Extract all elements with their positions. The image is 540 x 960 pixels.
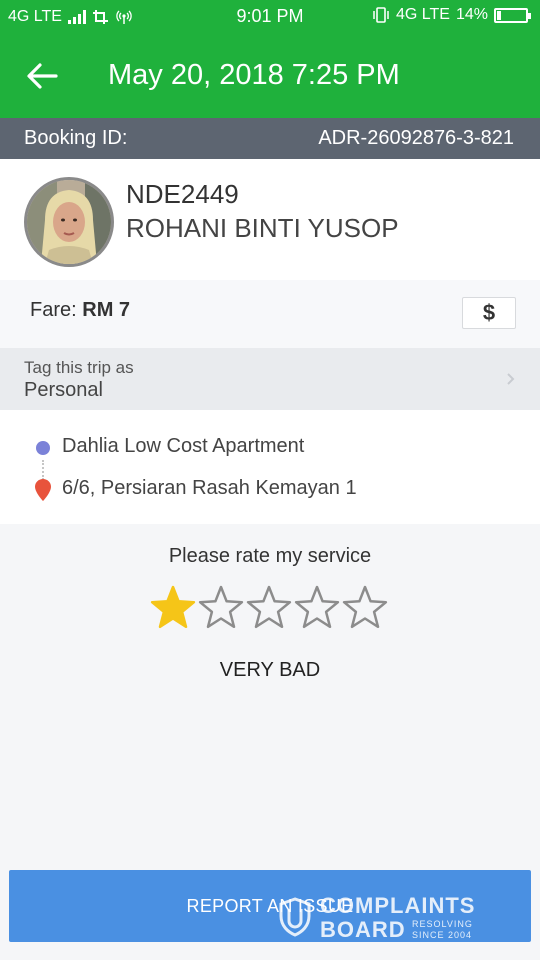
chevron-right-icon (507, 373, 515, 385)
booking-id-value: ADR-26092876-3-821 (318, 127, 514, 149)
star-filled-icon[interactable] (150, 584, 196, 630)
booking-id-label: Booking ID: (24, 127, 128, 149)
tag-trip-label: Tag this trip as (24, 358, 134, 377)
report-issue-button[interactable]: REPORT AN ISSUE (9, 870, 531, 942)
fare-label: Fare: (30, 299, 77, 321)
destination-pin-icon (35, 479, 51, 501)
fare-amount: RM 7 (82, 299, 131, 321)
app-bar: May 20, 2018 7:25 PM (0, 34, 540, 118)
destination-address: 6/6, Persiaran Rasah Kemayan 1 (62, 477, 357, 499)
battery-percent: 14% (455, 6, 488, 23)
status-bar: 4G LTE 9:01 PM 4G LTE 14% (0, 0, 540, 34)
back-arrow-icon[interactable] (26, 62, 58, 90)
route-section: Dahlia Low Cost Apartment 6/6, Persiaran… (0, 410, 540, 524)
vibrate-icon (373, 7, 389, 23)
fare-info: Fare: RM 7 (30, 299, 130, 322)
driver-name: ROHANI BINTI YUSOP (126, 213, 399, 243)
star-empty-icon[interactable] (294, 584, 340, 630)
star-empty-icon[interactable] (342, 584, 388, 630)
driver-avatar (24, 177, 114, 267)
route-connector (42, 460, 44, 480)
booking-id-bar: Booking ID: ADR-26092876-3-821 (0, 118, 540, 159)
status-bar-right: 4G LTE 14% (372, 6, 531, 24)
rating-verdict: VERY BAD (219, 659, 321, 681)
pickup-dot-icon (36, 441, 50, 455)
driver-card: NDE2449 ROHANI BINTI YUSOP (0, 159, 540, 280)
vehicle-plate: NDE2449 (126, 179, 239, 209)
rating-section: Please rate my service VERY BAD (0, 524, 540, 842)
star-rating (150, 584, 388, 630)
star-empty-icon[interactable] (198, 584, 244, 630)
rating-prompt: Please rate my service (168, 545, 372, 567)
fare-details-button[interactable]: $ (462, 297, 516, 329)
fare-row: Fare: RM 7 $ (0, 280, 540, 348)
page-title: May 20, 2018 7:25 PM (108, 59, 400, 91)
pickup-address: Dahlia Low Cost Apartment (62, 435, 305, 457)
tag-trip-value: Personal (24, 379, 103, 401)
battery-icon (494, 7, 531, 23)
star-empty-icon[interactable] (246, 584, 292, 630)
tag-trip-row[interactable]: Tag this trip as Personal (0, 348, 540, 410)
network-label-right: 4G LTE (396, 6, 450, 23)
